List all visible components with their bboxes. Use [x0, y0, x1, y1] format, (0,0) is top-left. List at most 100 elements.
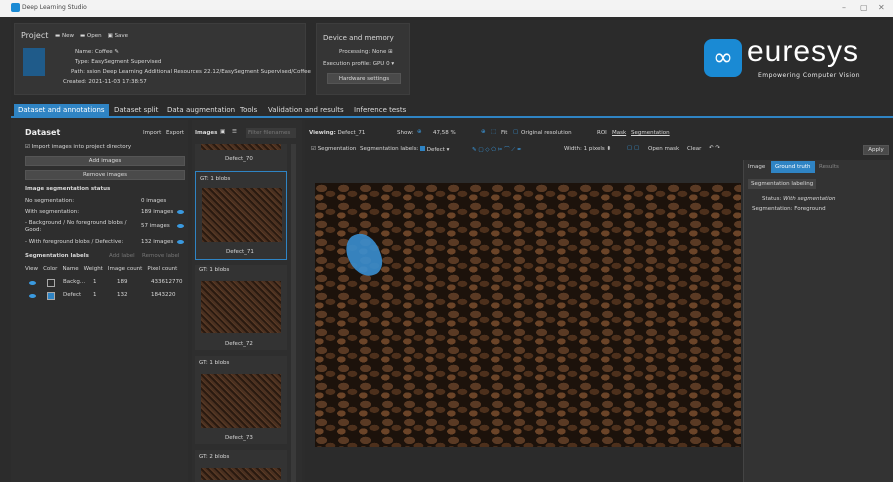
- euresys-logo-icon: ∞: [704, 39, 742, 77]
- col-pixel-count: Pixel count: [147, 266, 178, 272]
- col-view: View: [25, 266, 39, 272]
- brand-name: euresys: [747, 35, 860, 68]
- eye-icon[interactable]: [177, 224, 184, 228]
- width-control[interactable]: Width: 1 pixels ⬍: [564, 146, 611, 152]
- no-seg-label: No segmentation:: [25, 198, 75, 204]
- tab-results[interactable]: Results: [819, 164, 839, 170]
- eye-icon[interactable]: [29, 281, 36, 285]
- minimize-icon[interactable]: –: [842, 3, 846, 12]
- table-row[interactable]: Backg... 1 189 433612770: [25, 278, 185, 289]
- app-icon: [11, 3, 20, 12]
- labels-title: Segmentation labels: [25, 253, 89, 259]
- eye-icon[interactable]: [29, 294, 36, 298]
- fit-button[interactable]: Fit: [501, 130, 507, 136]
- image-name: Defect_70: [225, 156, 253, 162]
- list-view-icon[interactable]: ☰: [232, 129, 237, 135]
- window-title-bar: Deep Learning Studio – ▢ ✕: [0, 0, 893, 17]
- label-weight: 1: [93, 292, 97, 298]
- image-name: Defect_71: [226, 249, 254, 255]
- undo-redo-icon[interactable]: ↶ ↷: [709, 145, 720, 151]
- image-gt: GT: 1 blobs: [199, 267, 230, 273]
- defective-value: 132 images: [141, 239, 174, 245]
- col-name: Name: [62, 266, 79, 272]
- tab-dataset-split[interactable]: Dataset split: [110, 104, 162, 118]
- hardware-settings-button[interactable]: Hardware settings: [327, 73, 401, 84]
- original-resolution-button[interactable]: Original resolution: [521, 130, 572, 136]
- original-resolution-icon[interactable]: ▢: [513, 129, 518, 135]
- chip-icon[interactable]: ⊞: [388, 49, 393, 55]
- remove-images-button[interactable]: Remove images: [25, 170, 185, 180]
- color-swatch[interactable]: [47, 292, 55, 300]
- add-images-button[interactable]: Add images: [25, 156, 185, 166]
- table-row[interactable]: Defect 1 132 1843220: [25, 291, 185, 302]
- mask-tools-icon[interactable]: ▢ ▢: [627, 145, 639, 151]
- tab-tools[interactable]: Tools: [236, 104, 261, 118]
- device-panel: Device and memory Processing: None ⊞ Exe…: [316, 23, 410, 95]
- images-title: Images: [195, 130, 218, 136]
- image-thumbnail: [201, 281, 281, 333]
- list-item[interactable]: Defect_70: [195, 144, 287, 174]
- add-label-button[interactable]: Add label: [109, 253, 135, 259]
- defective-label: - With foreground blobs / Defective:: [25, 239, 124, 245]
- close-icon[interactable]: ✕: [878, 3, 885, 12]
- image-thumbnail: [202, 188, 282, 242]
- device-header: Device and memory: [323, 34, 394, 42]
- edit-icon[interactable]: ✎: [114, 49, 119, 55]
- eye-icon[interactable]: [177, 240, 184, 244]
- zoom-in-icon[interactable]: ⊕: [481, 129, 486, 135]
- image-gt: GT: 1 blobs: [199, 360, 230, 366]
- thumbnail-view-icon[interactable]: ▣: [220, 129, 225, 135]
- tab-ground-truth[interactable]: Ground truth: [771, 161, 815, 173]
- list-item[interactable]: GT: 2 blobs: [195, 450, 287, 482]
- mask-button[interactable]: Mask: [612, 130, 626, 136]
- export-button[interactable]: Export: [166, 130, 184, 136]
- fit-icon[interactable]: ⬚: [491, 129, 496, 135]
- apply-button[interactable]: Apply: [863, 145, 889, 155]
- section-title: Segmentation labeling: [748, 179, 817, 189]
- list-item[interactable]: GT: 1 blobs Defect_72: [195, 265, 287, 350]
- remove-label-button[interactable]: Remove label: [142, 253, 179, 259]
- list-item[interactable]: GT: 1 blobs Defect_73: [195, 356, 287, 444]
- zoom-value[interactable]: 47,58 %: [433, 130, 456, 136]
- images-panel: Images ▣ ☰ Filter filenames Defect_70 GT…: [192, 120, 302, 482]
- import-directory-checkbox[interactable]: ☑ Import images into project directory: [25, 144, 131, 150]
- label-pixels: 433612770: [151, 279, 183, 285]
- filter-input[interactable]: Filter filenames: [246, 128, 296, 138]
- segmentation-button[interactable]: Segmentation: [631, 130, 670, 136]
- label-pixels: 1843220: [151, 292, 176, 298]
- clear-button[interactable]: Clear: [687, 146, 701, 152]
- right-panel: Image Ground truth Results Segmentation …: [743, 160, 893, 482]
- project-path-row: Path: ssion Deep Learning Additional Res…: [71, 69, 311, 75]
- tab-data-augmentation[interactable]: Data augmentation: [163, 104, 239, 118]
- show-label: Show:: [397, 130, 414, 136]
- eye-icon[interactable]: [177, 210, 184, 214]
- exec-profile-row[interactable]: Execution profile: GPU 0 ▾: [323, 61, 394, 67]
- open-button[interactable]: ▬ Open: [80, 33, 102, 39]
- color-swatch[interactable]: [47, 279, 55, 287]
- segmentation-checkbox[interactable]: ☑ Segmentation: [311, 146, 356, 152]
- coffee-image-canvas[interactable]: [315, 183, 741, 447]
- zoom-icon[interactable]: ⊕: [417, 129, 422, 135]
- label-select[interactable]: Defect ▾: [420, 146, 449, 153]
- tab-image[interactable]: Image: [748, 164, 765, 170]
- images-scrollbar[interactable]: [291, 144, 296, 482]
- image-thumbnail: [201, 144, 281, 150]
- label-name: Backg...: [63, 279, 86, 285]
- brush-tools-icon[interactable]: ✎ ▢ ◇ ⬠ ✂ ⌒ ⟋ ✒: [472, 145, 522, 154]
- image-name: Defect_72: [225, 341, 253, 347]
- viewer-panel: Viewing: Defect_71 Show: ⊕ 47,58 % ⊕ ⬚ F…: [305, 120, 893, 482]
- tab-inference-tests[interactable]: Inference tests: [350, 104, 410, 118]
- annotation-toolbar: ☑ Segmentation Segmentation labels: Defe…: [309, 145, 893, 157]
- new-button[interactable]: ▬ New: [55, 33, 74, 39]
- import-button[interactable]: Import: [143, 130, 161, 136]
- tab-validation-results[interactable]: Validation and results: [264, 104, 348, 118]
- open-mask-button[interactable]: Open mask: [648, 146, 679, 152]
- list-item[interactable]: GT: 1 blobs Defect_71: [195, 171, 287, 260]
- col-color: Color: [43, 266, 58, 272]
- tab-dataset-annotations[interactable]: Dataset and annotations: [14, 104, 109, 118]
- save-button[interactable]: ▣ Save: [108, 33, 128, 39]
- maximize-icon[interactable]: ▢: [860, 3, 868, 12]
- image-name: Defect_73: [225, 435, 253, 441]
- viewing-label: Viewing: Defect_71: [309, 130, 366, 136]
- seg-labels-label: Segmentation labels:: [360, 146, 419, 152]
